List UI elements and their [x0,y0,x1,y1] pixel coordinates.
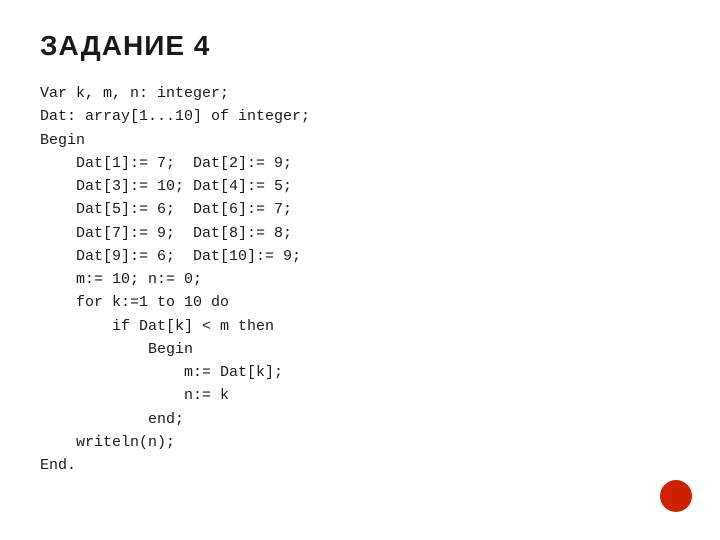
red-circle-decoration [660,480,692,512]
page-title: ЗАДАНИЕ 4 [40,30,680,62]
code-block: Var k, m, n: integer; Dat: array[1...10]… [40,82,680,477]
page-container: ЗАДАНИЕ 4 Var k, m, n: integer; Dat: arr… [0,0,720,540]
